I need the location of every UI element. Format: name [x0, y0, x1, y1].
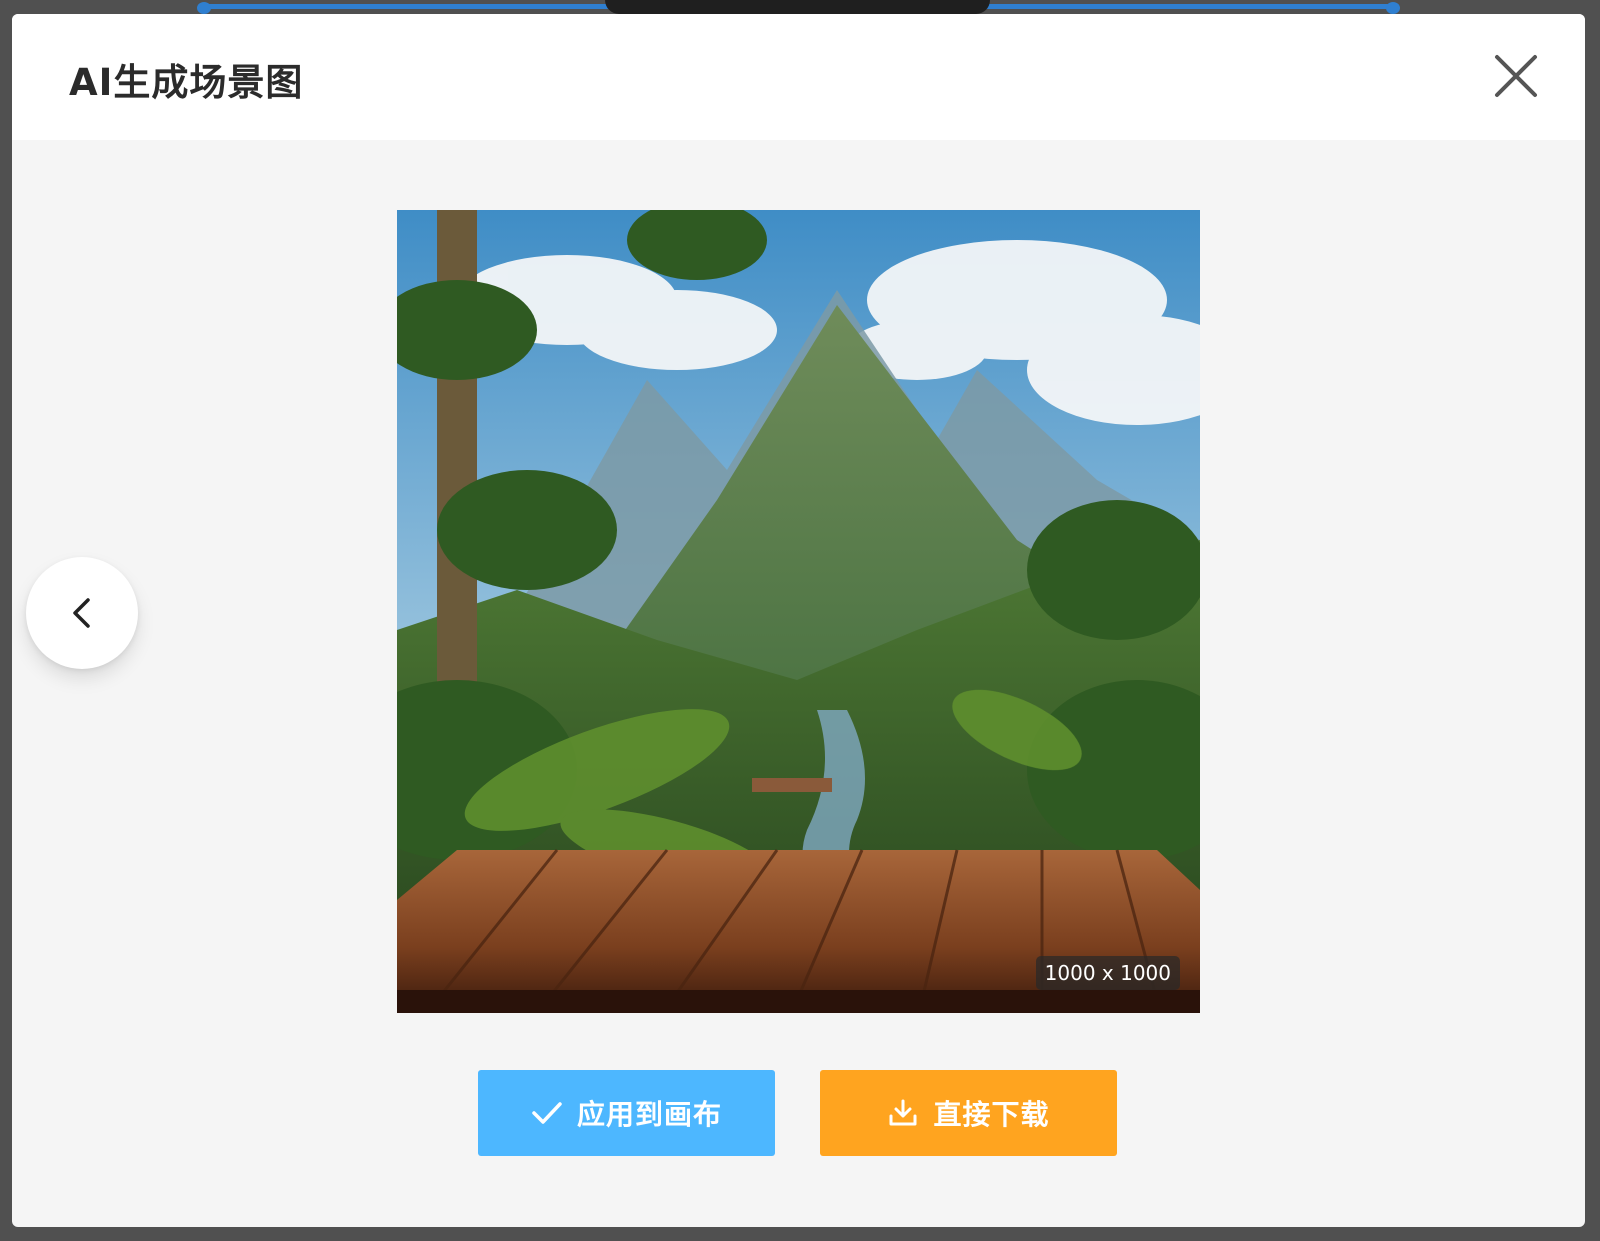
apply-to-canvas-button[interactable]: 应用到画布: [478, 1070, 775, 1156]
close-button[interactable]: [1492, 52, 1540, 100]
apply-button-label: 应用到画布: [576, 1098, 722, 1131]
modal-title: AI生成场景图: [69, 61, 304, 104]
ai-scene-modal: AI生成场景图 1000 x 1000 应用到画布 直接下载: [12, 14, 1585, 1227]
modal-header: AI生成场景图: [12, 14, 1585, 140]
background-slider-handle: [1386, 2, 1400, 14]
download-icon: [887, 1098, 919, 1128]
check-icon: [531, 1100, 563, 1126]
generated-scene-image: 1000 x 1000: [397, 210, 1200, 1013]
previous-image-button[interactable]: [26, 557, 138, 669]
close-icon: [1495, 55, 1537, 97]
direct-download-button[interactable]: 直接下载: [820, 1070, 1117, 1156]
chevron-left-icon: [73, 598, 90, 628]
scene-illustration: [397, 210, 1200, 1013]
background-slider-handle: [197, 2, 211, 14]
image-size-badge: 1000 x 1000: [1035, 956, 1180, 990]
download-button-label: 直接下载: [933, 1098, 1050, 1131]
background-toolbar: [605, 0, 990, 14]
